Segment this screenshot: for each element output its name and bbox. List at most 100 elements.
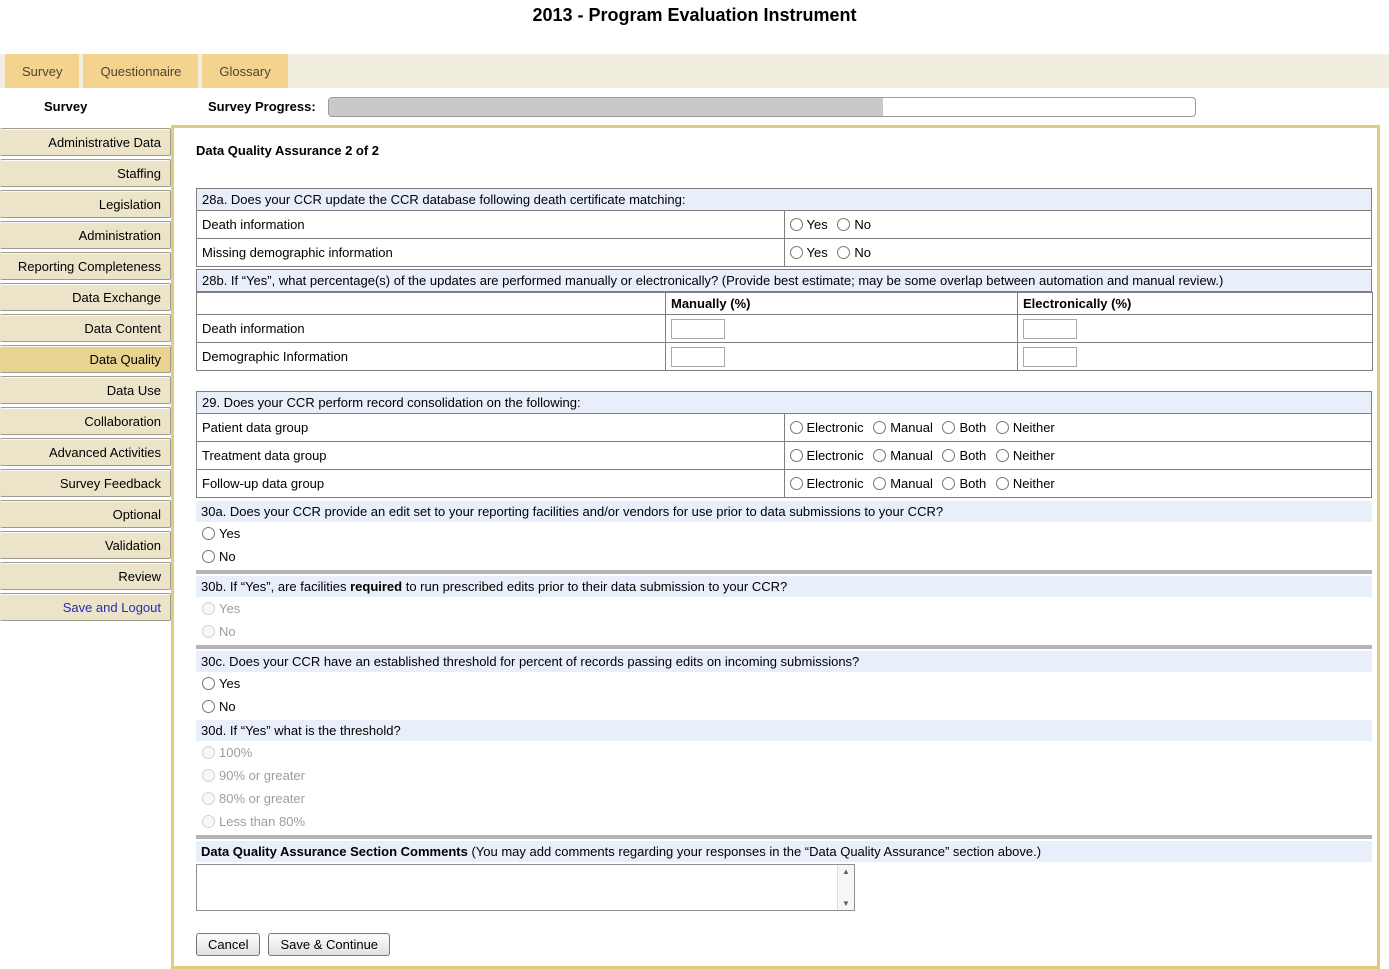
q28a-death-yes-radio[interactable] — [790, 218, 803, 231]
sidebar-item-validation[interactable]: Validation — [0, 531, 171, 559]
q30c-no-option[interactable]: No — [202, 699, 236, 714]
q29-patient-both-radio[interactable] — [942, 421, 955, 434]
q29-patient-neither-radio[interactable] — [996, 421, 1009, 434]
q29-treatment-manual-option[interactable]: Manual — [873, 448, 933, 463]
comments-hint: (You may add comments regarding your res… — [468, 844, 1041, 859]
q28b-header: 28b. If “Yes”, what percentage(s) of the… — [196, 269, 1372, 292]
q30c-yes-option[interactable]: Yes — [202, 676, 240, 691]
q29-patient-electronic-label: Electronic — [807, 420, 864, 435]
tab-glossary[interactable]: Glossary — [202, 54, 287, 88]
sidebar-item-collaboration[interactable]: Collaboration — [0, 407, 171, 435]
q30a-no-option[interactable]: No — [202, 549, 236, 564]
q29-followup-manual-option[interactable]: Manual — [873, 476, 933, 491]
sidebar-item-data-content[interactable]: Data Content — [0, 314, 171, 342]
q28b-death-electronic-cell — [1018, 315, 1373, 343]
q28a-row-death-label: Death information — [197, 211, 785, 239]
q28b-death-electronic-input[interactable] — [1023, 319, 1077, 339]
tab-questionnaire[interactable]: Questionnaire — [83, 54, 198, 88]
q28b-row-death-label: Death information — [197, 315, 666, 343]
sidebar-item-save-and-logout[interactable]: Save and Logout — [0, 593, 171, 621]
sidebar-item-advanced-activities[interactable]: Advanced Activities — [0, 438, 171, 466]
q29-followup-both-option[interactable]: Both — [942, 476, 986, 491]
q28a-demo-no-label: No — [854, 245, 871, 260]
q30d-90-row: 90% or greater — [196, 764, 1372, 787]
q29-followup-electronic-option[interactable]: Electronic — [790, 476, 864, 491]
q29-followup-both-label: Both — [959, 476, 986, 491]
q28a-demo-yes-radio[interactable] — [790, 246, 803, 259]
q28b-demo-manual-input[interactable] — [671, 347, 725, 367]
sidebar-item-optional[interactable]: Optional — [0, 500, 171, 528]
sidebar-item-data-quality[interactable]: Data Quality — [0, 345, 171, 373]
q28b-death-manual-input[interactable] — [671, 319, 725, 339]
q28a-death-no-option[interactable]: No — [837, 217, 871, 232]
q29-table: 29. Does your CCR perform record consoli… — [196, 391, 1372, 498]
q29-header: 29. Does your CCR perform record consoli… — [197, 392, 1372, 414]
q29-row-followup-label: Follow-up data group — [197, 470, 785, 498]
q29-treatment-neither-radio[interactable] — [996, 449, 1009, 462]
q29-patient-neither-option[interactable]: Neither — [996, 420, 1055, 435]
q28a-demo-no-radio[interactable] — [837, 246, 850, 259]
q28b-death-manual-cell — [666, 315, 1018, 343]
q29-row-treatment-label: Treatment data group — [197, 442, 785, 470]
q29-patient-both-option[interactable]: Both — [942, 420, 986, 435]
q30a-yes-option[interactable]: Yes — [202, 526, 240, 541]
textarea-scrollbar[interactable]: ▲ ▼ — [837, 865, 854, 910]
q29-followup-both-radio[interactable] — [942, 477, 955, 490]
q29-followup-neither-option[interactable]: Neither — [996, 476, 1055, 491]
q30a-header: 30a. Does your CCR provide an edit set t… — [196, 501, 1372, 522]
q30b-no-row: No — [196, 620, 1372, 643]
q28a-death-no-radio[interactable] — [837, 218, 850, 231]
q29-treatment-manual-radio[interactable] — [873, 449, 886, 462]
sidebar-item-reporting-completeness[interactable]: Reporting Completeness — [0, 252, 171, 280]
sidebar-item-administrative-data[interactable]: Administrative Data — [0, 128, 171, 156]
q29-treatment-neither-option[interactable]: Neither — [996, 448, 1055, 463]
q28b-demo-electronic-input[interactable] — [1023, 347, 1077, 367]
q28a-demo-no-option[interactable]: No — [837, 245, 871, 260]
sidebar-item-administration[interactable]: Administration — [0, 221, 171, 249]
scroll-up-icon[interactable]: ▲ — [842, 867, 850, 876]
sidebar-item-review[interactable]: Review — [0, 562, 171, 590]
q30a-yes-radio[interactable] — [202, 527, 215, 540]
q29-treatment-electronic-radio[interactable] — [790, 449, 803, 462]
q30c-yes-radio[interactable] — [202, 677, 215, 690]
q30b-no-radio — [202, 625, 215, 638]
q28a-death-yes-option[interactable]: Yes — [790, 217, 828, 232]
q29-followup-electronic-label: Electronic — [807, 476, 864, 491]
q29-patient-manual-option[interactable]: Manual — [873, 420, 933, 435]
page-section-title: Data Quality Assurance 2 of 2 — [196, 143, 1373, 158]
sidebar-item-data-exchange[interactable]: Data Exchange — [0, 283, 171, 311]
q30d-less80-radio — [202, 815, 215, 828]
cancel-button[interactable]: Cancel — [196, 933, 260, 956]
tab-survey[interactable]: Survey — [5, 54, 79, 88]
q29-followup-manual-radio[interactable] — [873, 477, 886, 490]
q30d-less80-label: Less than 80% — [219, 814, 305, 829]
sidebar-item-legislation[interactable]: Legislation — [0, 190, 171, 218]
q30a-yes-label: Yes — [219, 526, 240, 541]
scroll-down-icon[interactable]: ▼ — [842, 899, 850, 908]
q29-treatment-manual-label: Manual — [890, 448, 933, 463]
q28a-table: 28a. Does your CCR update the CCR databa… — [196, 188, 1372, 267]
q28a-demo-yes-option[interactable]: Yes — [790, 245, 828, 260]
comments-textarea[interactable] — [197, 865, 837, 910]
q30c-no-radio[interactable] — [202, 700, 215, 713]
q29-treatment-electronic-option[interactable]: Electronic — [790, 448, 864, 463]
q29-patient-electronic-option[interactable]: Electronic — [790, 420, 864, 435]
q29-patient-manual-radio[interactable] — [873, 421, 886, 434]
q30a-no-radio[interactable] — [202, 550, 215, 563]
sidebar-item-data-use[interactable]: Data Use — [0, 376, 171, 404]
q29-followup-electronic-radio[interactable] — [790, 477, 803, 490]
q30c-no-label: No — [219, 699, 236, 714]
q30b-yes-label: Yes — [219, 601, 240, 616]
q29-treatment-both-radio[interactable] — [942, 449, 955, 462]
q28a-death-options: Yes No — [784, 211, 1372, 239]
sidebar-item-survey-feedback[interactable]: Survey Feedback — [0, 469, 171, 497]
q30d-90-label: 90% or greater — [219, 768, 305, 783]
q29-patient-electronic-radio[interactable] — [790, 421, 803, 434]
q29-treatment-both-option[interactable]: Both — [942, 448, 986, 463]
sidebar-nav: Administrative Data Staffing Legislation… — [0, 125, 171, 624]
save-continue-button[interactable]: Save & Continue — [268, 933, 390, 956]
survey-progress-label: Survey Progress: — [208, 99, 316, 114]
q29-followup-neither-radio[interactable] — [996, 477, 1009, 490]
sidebar-item-staffing[interactable]: Staffing — [0, 159, 171, 187]
q28a-demo-yes-label: Yes — [807, 245, 828, 260]
